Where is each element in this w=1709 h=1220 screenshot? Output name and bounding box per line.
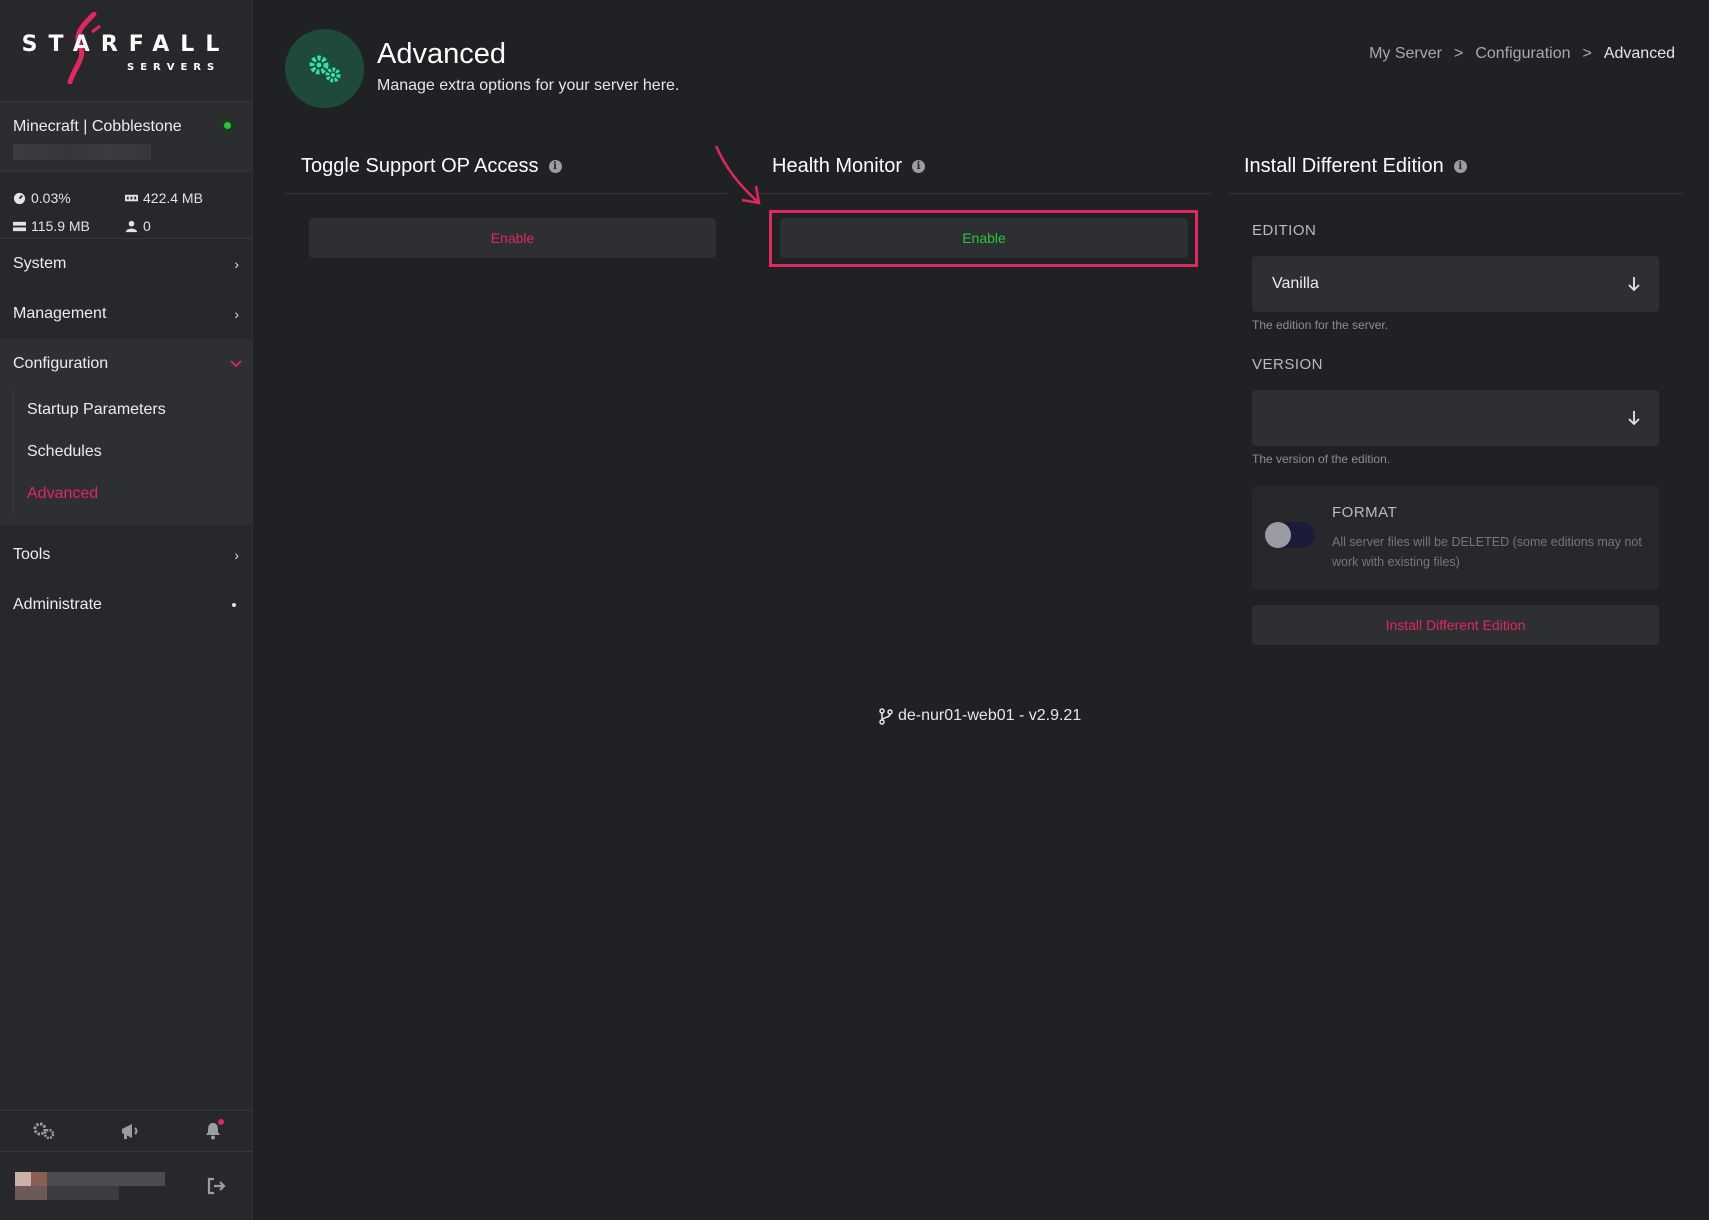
- health-monitor-title: Health Monitor: [772, 155, 903, 177]
- user-icon: [125, 220, 138, 232]
- install-edition-title: Install Different Edition: [1244, 155, 1444, 177]
- breadcrumb-separator: >: [1453, 45, 1464, 62]
- page-subtitle: Manage extra options for your server her…: [377, 77, 680, 94]
- stat-players-value: 0: [143, 218, 151, 234]
- info-icon[interactable]: i: [912, 160, 926, 173]
- brand-sub: SERVERS: [127, 62, 221, 73]
- disk-icon: [13, 221, 26, 231]
- server-name: Minecraft | Cobblestone: [13, 118, 182, 135]
- header-gears-icon: [285, 29, 364, 108]
- divider: [1229, 193, 1683, 194]
- git-branch-icon: [879, 707, 893, 725]
- chevron-down-icon: [230, 360, 242, 368]
- nav-administrate[interactable]: Administrate: [0, 580, 252, 630]
- server-address-redacted: [13, 144, 151, 160]
- stat-disk: 115.9 MB: [13, 214, 125, 238]
- settings-gears-icon[interactable]: [33, 1122, 55, 1140]
- nav-system-label: System: [13, 255, 67, 272]
- stat-memory: 422.4 MB: [125, 186, 245, 210]
- configuration-submenu: Startup Parameters Schedules Advanced: [13, 389, 252, 515]
- stat-players: 0: [125, 214, 245, 238]
- divider: [757, 193, 1211, 194]
- op-access-enable-button[interactable]: Enable: [309, 218, 716, 258]
- nav-system[interactable]: System ›: [0, 239, 252, 289]
- nav-schedules[interactable]: Schedules: [14, 431, 252, 473]
- nav-tools-label: Tools: [13, 546, 51, 563]
- breadcrumb: My Server > Configuration > Advanced: [1369, 45, 1675, 63]
- dot-icon: [232, 603, 236, 607]
- nav-configuration-group: Configuration Startup Parameters Schedul…: [0, 339, 252, 525]
- op-access-title: Toggle Support OP Access: [301, 155, 539, 177]
- user-row: [0, 1152, 253, 1220]
- nav-advanced[interactable]: Advanced: [14, 473, 252, 515]
- format-label: FORMAT: [1332, 504, 1398, 521]
- megaphone-icon[interactable]: [120, 1122, 140, 1140]
- breadcrumb-separator: >: [1582, 45, 1592, 62]
- stat-disk-value: 115.9 MB: [31, 218, 90, 234]
- health-monitor-title-row: Health Monitor i: [772, 155, 926, 178]
- version-label: VERSION: [1252, 356, 1324, 373]
- version-hint: The version of the edition.: [1252, 452, 1391, 466]
- brand-name: STARFALL: [21, 32, 231, 57]
- nav-configuration[interactable]: Configuration: [0, 339, 252, 389]
- edition-select-value: Vanilla: [1272, 275, 1319, 292]
- page-title: Advanced: [377, 38, 506, 70]
- memory-icon: [125, 194, 138, 201]
- version-select[interactable]: [1252, 390, 1659, 446]
- nav-management[interactable]: Management ›: [0, 289, 252, 339]
- install-edition-title-row: Install Different Edition i: [1244, 155, 1467, 178]
- nav-startup-parameters[interactable]: Startup Parameters: [14, 389, 252, 431]
- notification-badge: [217, 1119, 224, 1125]
- format-toggle[interactable]: [1265, 522, 1315, 548]
- health-monitor-enable-button[interactable]: Enable: [780, 218, 1188, 258]
- avatar[interactable]: [15, 1166, 165, 1206]
- info-icon[interactable]: i: [1453, 160, 1467, 173]
- nav-configuration-label: Configuration: [13, 355, 109, 372]
- sidebar-footer-icons: [0, 1110, 253, 1152]
- install-edition-button[interactable]: Install Different Edition: [1252, 605, 1659, 645]
- nav-tools[interactable]: Tools ›: [0, 530, 252, 580]
- stat-memory-value: 422.4 MB: [143, 190, 203, 206]
- stat-cpu: 0.03%: [13, 186, 125, 210]
- logout-icon[interactable]: [207, 1177, 227, 1195]
- nav-management-label: Management: [13, 305, 107, 322]
- edition-label: EDITION: [1252, 222, 1317, 239]
- annotation-arrow-icon: [714, 145, 761, 205]
- gauge-icon: [13, 192, 26, 204]
- status-online-icon: [220, 118, 234, 132]
- breadcrumb-my-server[interactable]: My Server: [1369, 45, 1442, 63]
- format-option: FORMAT All server files will be DELETED …: [1252, 486, 1659, 589]
- sidebar: STARFALL SERVERS Minecraft | Cobblestone…: [0, 0, 253, 1220]
- chevron-right-icon: ›: [234, 306, 239, 322]
- breadcrumb-advanced: Advanced: [1603, 45, 1675, 62]
- op-access-title-row: Toggle Support OP Access i: [301, 155, 562, 178]
- nav-administrate-label: Administrate: [13, 596, 102, 613]
- bell-icon[interactable]: [205, 1119, 224, 1140]
- version-footer: de-nur01-web01 - v2.9.21: [879, 707, 1081, 725]
- edition-select[interactable]: Vanilla: [1252, 256, 1659, 312]
- arrow-down-icon: [1628, 277, 1640, 292]
- server-stats: 0.03% 422.4 MB 115.9 MB 0: [0, 172, 252, 239]
- chevron-right-icon: ›: [234, 256, 239, 272]
- divider: [285, 193, 727, 194]
- brand-logo[interactable]: STARFALL SERVERS: [0, 0, 252, 102]
- info-icon[interactable]: i: [548, 160, 562, 173]
- format-description: All server files will be DELETED (some e…: [1332, 535, 1642, 569]
- edition-hint: The edition for the server.: [1252, 318, 1389, 332]
- server-card[interactable]: Minecraft | Cobblestone: [0, 102, 252, 172]
- stat-cpu-value: 0.03%: [31, 190, 71, 206]
- breadcrumb-configuration[interactable]: Configuration: [1475, 45, 1570, 63]
- arrow-down-icon: [1628, 411, 1640, 426]
- chevron-right-icon: ›: [234, 547, 239, 563]
- version-text: de-nur01-web01 - v2.9.21: [898, 707, 1082, 724]
